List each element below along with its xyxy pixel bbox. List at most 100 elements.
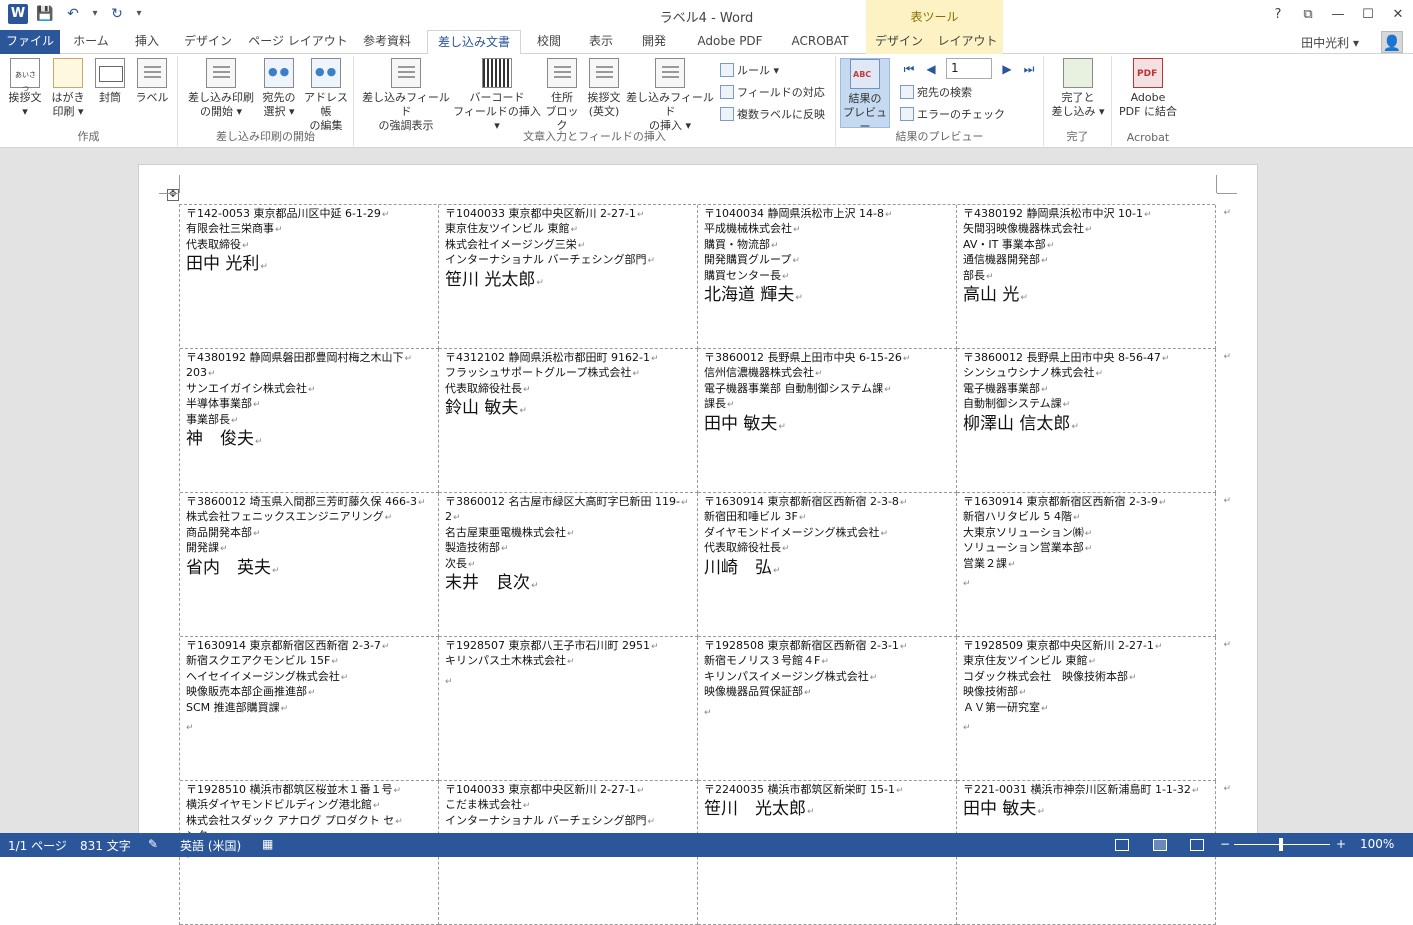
- macro-recording-icon[interactable]: ▦: [262, 837, 273, 851]
- tab-review[interactable]: 校閲: [526, 30, 572, 54]
- label-cell[interactable]: 〒1928509 東京都中央区新川 2-27-1東京住友ツインビル 東館コダック…: [957, 637, 1231, 781]
- minimize-icon[interactable]: —: [1323, 0, 1353, 30]
- label-cell[interactable]: 〒1928508 東京都新宿区西新宿 2-3-1新宿モノリス３号館４Fキリンパス…: [698, 637, 957, 781]
- label-cell[interactable]: 〒3860012 長野県上田市中央 8-56-47シンシュウシナノ株式会社電子機…: [957, 349, 1231, 493]
- select-recipients-button[interactable]: 宛先の 選択 ▾: [258, 58, 300, 119]
- label-cell[interactable]: 〒1630914 東京都新宿区西新宿 2-3-8新宿田和唾ビル 3Fダイヤモンド…: [698, 493, 957, 637]
- zoom-slider-thumb[interactable]: [1279, 838, 1283, 851]
- label-address-line: 半導体事業部: [186, 397, 432, 412]
- label-recipient-name: 末井 良次: [445, 573, 691, 596]
- tab-mailings[interactable]: 差し込み文書: [427, 30, 521, 55]
- label-address-line: 〒1928507 東京都八王子市石川町 2951: [445, 639, 691, 654]
- zoom-in-icon[interactable]: +: [1336, 837, 1346, 851]
- help-icon[interactable]: ?: [1263, 0, 1293, 30]
- print-layout-icon[interactable]: [1153, 839, 1167, 851]
- tab-references[interactable]: 参考資料: [354, 30, 420, 54]
- highlight-fields-button[interactable]: 差し込みフィールド の強調表示: [358, 58, 454, 133]
- proofing-icon[interactable]: ✎: [148, 837, 158, 851]
- merge-to-pdf-button[interactable]: Adobe PDF に結合: [1114, 58, 1182, 119]
- label-cell[interactable]: 〒142-0053 東京都品川区中延 6-1-29有限会社三栄商事代表取締役田中…: [180, 205, 439, 349]
- edit-recipient-list-button[interactable]: アドレス帳 の編集: [302, 58, 350, 133]
- zoom-out-icon[interactable]: −: [1220, 837, 1230, 851]
- label-address-line: 〒1040034 静岡県浜松市上沢 14-8: [704, 207, 950, 222]
- labels-button[interactable]: ラベル: [132, 58, 172, 105]
- avatar[interactable]: 👤: [1381, 31, 1403, 53]
- next-record-icon[interactable]: ▶: [1000, 62, 1014, 76]
- read-mode-icon[interactable]: [1115, 839, 1129, 851]
- match-fields-button[interactable]: フィールドの対応: [720, 84, 825, 102]
- user-name[interactable]: 田中光利 ▾: [1301, 34, 1359, 51]
- previous-record-icon[interactable]: ◀: [924, 62, 938, 76]
- paragraph-mark-icon: ↵: [186, 723, 194, 734]
- preview-results-button[interactable]: 結果の プレビュー: [840, 58, 890, 133]
- postcard-button[interactable]: はがき 印刷 ▾: [48, 58, 88, 119]
- tab-design[interactable]: デザイン: [176, 30, 240, 54]
- tab-file[interactable]: ファイル: [0, 30, 60, 54]
- label-address-line: ＡＶ第一研究室: [963, 701, 1209, 716]
- label-cell[interactable]: 〒4380192 静岡県磐田郡豊岡村梅之木山下203サンエイガイシ株式会社半導体…: [180, 349, 439, 493]
- tab-acrobat[interactable]: ACROBAT: [782, 30, 858, 54]
- start-merge-button[interactable]: 差し込み印刷 の開始 ▾: [182, 58, 260, 119]
- row-end-mark-icon: ↵: [1223, 496, 1231, 506]
- group-label-acrobat: Acrobat: [1126, 131, 1170, 144]
- greeting-button[interactable]: 挨拶文 ▾: [4, 58, 46, 119]
- label-address-line: ヘイセイイメージング株式会社: [186, 670, 432, 685]
- label-cell[interactable]: 〒4380192 静岡県浜松市中沢 10-1矢間羽映像機器株式会社AV・IT 事…: [957, 205, 1231, 349]
- update-labels-button[interactable]: 複数ラベルに反映: [720, 106, 825, 124]
- ribbon-display-options-icon[interactable]: ⧉: [1293, 0, 1323, 30]
- last-record-icon[interactable]: ⏭: [1022, 62, 1036, 76]
- find-recipient-button[interactable]: 宛先の検索: [900, 84, 972, 102]
- language-indicator[interactable]: 英語 (米国): [180, 837, 241, 854]
- tab-table-layout[interactable]: レイアウト: [932, 30, 1003, 54]
- barcode-field-button[interactable]: バーコード フィールドの挿入 ▾: [450, 58, 544, 133]
- web-layout-icon[interactable]: [1190, 839, 1204, 851]
- address-block-button[interactable]: 住所 ブロック: [544, 58, 580, 133]
- label-address-line: 平成機械株式会社: [704, 222, 950, 237]
- label-cell[interactable]: 〒1040033 東京都中央区新川 2-27-1東京住友ツインビル 東館株式会社…: [439, 205, 698, 349]
- check-errors-button[interactable]: エラーのチェック: [900, 106, 1005, 124]
- maximize-icon[interactable]: ☐: [1353, 0, 1383, 30]
- close-icon[interactable]: ✕: [1383, 0, 1413, 30]
- greeting-line-button[interactable]: 挨拶文 (英文): [584, 58, 624, 119]
- word-count[interactable]: 831 文字: [80, 837, 131, 854]
- label-cell[interactable]: 〒1928507 東京都八王子市石川町 2951キリンパス土木株式会社 ↵: [439, 637, 698, 781]
- tab-adobe-pdf[interactable]: Adobe PDF: [684, 30, 776, 54]
- label-recipient-name: 省内 英夫: [186, 558, 432, 581]
- tab-home[interactable]: ホーム: [64, 30, 118, 54]
- finish-merge-button[interactable]: 完了と 差し込み ▾: [1048, 58, 1108, 119]
- group-start-merge: 差し込み印刷 の開始 ▾ 宛先の 選択 ▾ アドレス帳 の編集 差し込み印刷の開…: [178, 56, 354, 146]
- label-address-line: 映像販売本部企画推進部: [186, 685, 432, 700]
- label-recipient-name: 田中 敏夫: [963, 799, 1209, 822]
- tab-developer[interactable]: 開発: [630, 30, 678, 54]
- first-record-icon[interactable]: ⏮: [902, 62, 916, 76]
- table-move-handle-icon[interactable]: ✥: [167, 189, 179, 201]
- label-cell[interactable]: 〒1630914 東京都新宿区西新宿 2-3-9新宿ハリタビル 5 4階大東京ソ…: [957, 493, 1231, 637]
- record-number-input[interactable]: 1: [946, 58, 992, 79]
- tab-view[interactable]: 表示: [578, 30, 624, 54]
- label-table[interactable]: 〒142-0053 東京都品川区中延 6-1-29有限会社三栄商事代表取締役田中…: [179, 204, 1231, 925]
- tab-page-layout[interactable]: ページ レイアウト: [246, 30, 350, 54]
- label-cell[interactable]: 〒3860012 長野県上田市中央 6-15-26信州信濃機器株式会社電子機器事…: [698, 349, 957, 493]
- label-address-line: 〒1040033 東京都中央区新川 2-27-1: [445, 783, 691, 798]
- label-address-line: 〒1040033 東京都中央区新川 2-27-1: [445, 207, 691, 222]
- page-count[interactable]: 1/1 ページ: [8, 837, 67, 854]
- label-address-line: 開発購買グループ: [704, 253, 950, 268]
- label-address-line: 購買センター長: [704, 269, 950, 284]
- tab-insert[interactable]: 挿入: [124, 30, 170, 54]
- label-address-line: 代表取締役: [186, 238, 432, 253]
- label-cell[interactable]: 〒3860012 埼玉県入間郡三芳町藤久保 466-3株式会社フェニックスエンジ…: [180, 493, 439, 637]
- label-cell[interactable]: 〒4312102 静岡県浜松市都田町 9162-1フラッシュサポートグループ株式…: [439, 349, 698, 493]
- label-cell[interactable]: 〒1040034 静岡県浜松市上沢 14-8平成機械株式会社購買・物流部開発購買…: [698, 205, 957, 349]
- label-cell[interactable]: 〒3860012 名古屋市緑区大高町字巳新田 119-2名古屋東亜電機株式会社製…: [439, 493, 698, 637]
- label-address-line: 〒142-0053 東京都品川区中延 6-1-29: [186, 207, 432, 222]
- tab-table-design[interactable]: デザイン: [866, 30, 932, 54]
- label-recipient-name: 田中 敏夫: [704, 414, 950, 437]
- rules-button[interactable]: ルール ▾: [720, 62, 779, 80]
- label-address-line: ソリューション営業本部: [963, 541, 1209, 556]
- insert-merge-field-button[interactable]: 差し込みフィールド の挿入 ▾: [624, 58, 716, 133]
- label-cell[interactable]: 〒1630914 東京都新宿区西新宿 2-3-7新宿スクエアクモンビル 15Fヘ…: [180, 637, 439, 781]
- zoom-level[interactable]: 100%: [1360, 837, 1394, 851]
- label-address-line: キリンパスイメージング株式会社: [704, 670, 950, 685]
- envelope-button[interactable]: 封筒: [90, 58, 130, 105]
- insert-merge-field-icon: [655, 58, 685, 88]
